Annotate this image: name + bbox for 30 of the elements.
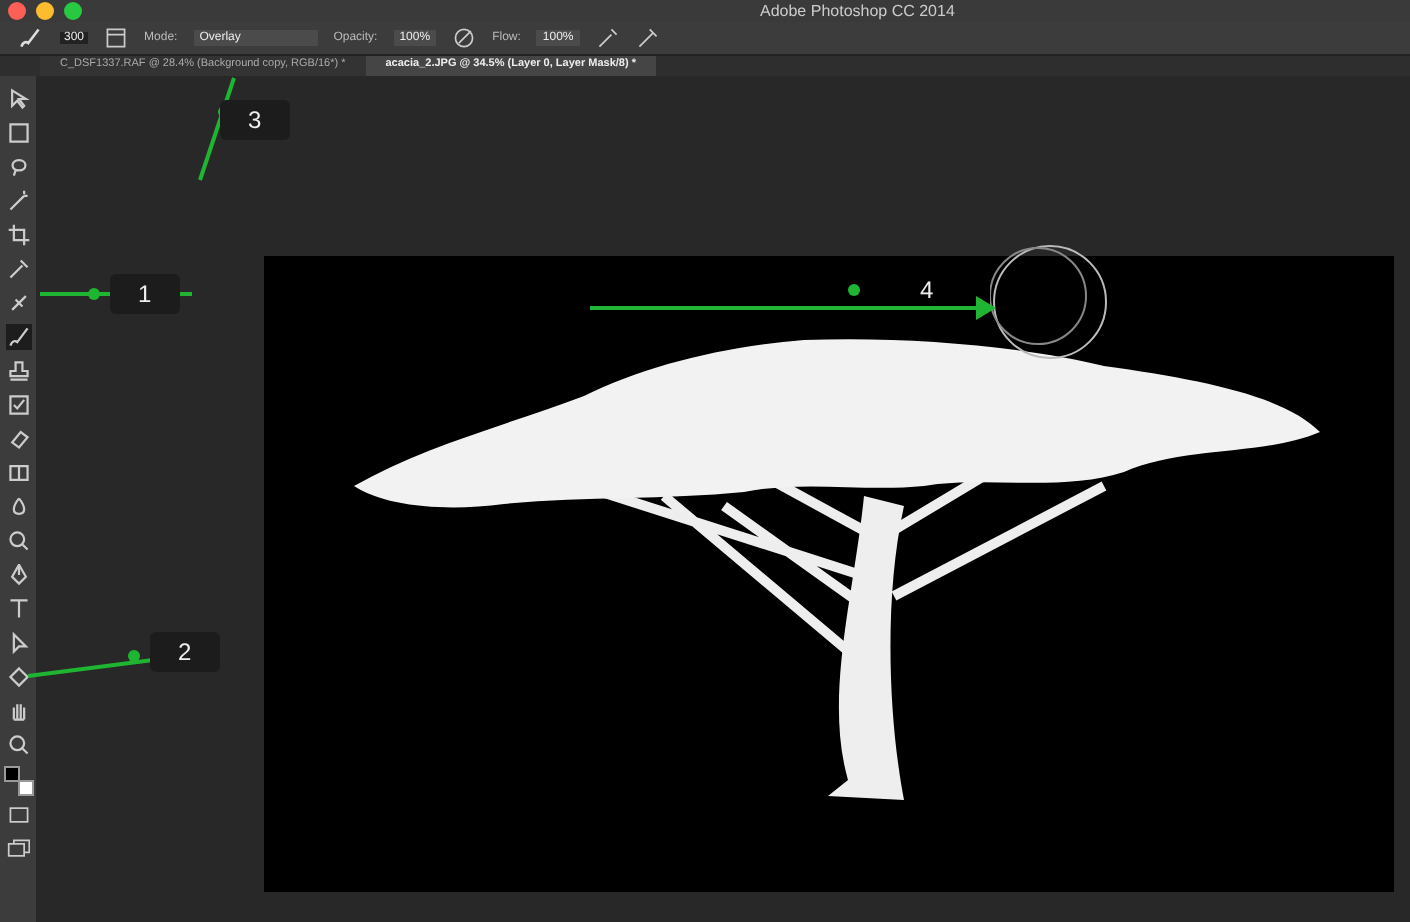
callout-label: 3 xyxy=(220,100,290,140)
close-button[interactable] xyxy=(8,2,26,20)
screen-mode-icon[interactable] xyxy=(5,836,31,862)
callout-label: 2 xyxy=(150,632,220,672)
mask-mode-icon[interactable] xyxy=(5,802,31,828)
maximize-button[interactable] xyxy=(64,2,82,20)
foreground-color-swatch[interactable] xyxy=(4,766,20,782)
marquee-tool-icon[interactable] xyxy=(5,120,31,146)
background-color-swatch[interactable] xyxy=(18,780,34,796)
callout-label: 1 xyxy=(110,274,180,314)
callout-label: 4 xyxy=(918,274,936,308)
pen-tool-icon[interactable] xyxy=(5,562,31,588)
minimize-button[interactable] xyxy=(36,2,54,20)
shape-tool-icon[interactable] xyxy=(5,664,31,690)
eraser-tool-icon[interactable] xyxy=(5,426,31,452)
eyedropper-tool-icon[interactable] xyxy=(5,256,31,282)
brush-icon[interactable] xyxy=(16,26,44,50)
window-title: Adobe Photoshop CC 2014 xyxy=(760,2,955,20)
stamp-tool-icon[interactable] xyxy=(5,358,31,384)
zoom-tool-icon[interactable] xyxy=(5,732,31,758)
wand-tool-icon[interactable] xyxy=(5,188,31,214)
brush-tool-icon[interactable] xyxy=(5,324,31,350)
type-tool-icon[interactable] xyxy=(5,596,31,622)
history-tool-icon[interactable] xyxy=(5,392,31,418)
gradient-tool-icon[interactable] xyxy=(5,460,31,486)
lasso-tool-icon[interactable] xyxy=(5,154,31,180)
crop-tool-icon[interactable] xyxy=(5,222,31,248)
move-tool-icon[interactable] xyxy=(5,86,31,112)
brush-cursor-icon xyxy=(990,240,1110,364)
panel-icon[interactable] xyxy=(104,26,129,50)
